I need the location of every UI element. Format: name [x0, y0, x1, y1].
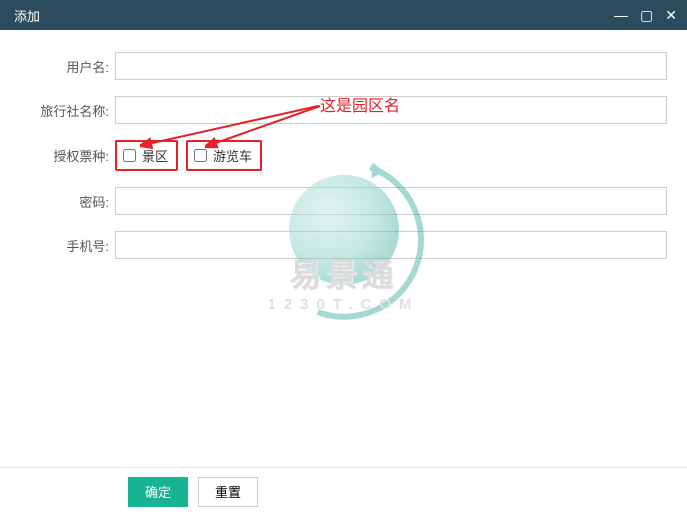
row-ticket: 授权票种: 景区 游览车	[20, 140, 667, 171]
row-password: 密码:	[20, 187, 667, 215]
row-username: 用户名:	[20, 52, 667, 80]
phone-input[interactable]	[115, 231, 667, 259]
checkbox-scenic-input[interactable]	[123, 149, 136, 162]
checkbox-tourbus[interactable]: 游览车	[186, 140, 262, 171]
maximize-icon[interactable]: ▢	[640, 8, 653, 22]
checkbox-tourbus-label: 游览车	[213, 146, 252, 165]
checkbox-scenic-label: 景区	[142, 146, 168, 165]
close-icon[interactable]: ✕	[665, 8, 677, 22]
window-title: 添加	[14, 6, 40, 25]
ticket-checkbox-group: 景区 游览车	[115, 140, 667, 171]
watermark-sub: 1230T.COM	[264, 295, 424, 312]
footer: 确定 重置	[0, 467, 687, 515]
checkbox-scenic[interactable]: 景区	[115, 140, 178, 171]
label-password: 密码:	[20, 192, 115, 211]
confirm-button[interactable]: 确定	[128, 477, 188, 507]
label-ticket: 授权票种:	[20, 146, 115, 165]
label-phone: 手机号:	[20, 236, 115, 255]
row-phone: 手机号:	[20, 231, 667, 259]
label-username: 用户名:	[20, 57, 115, 76]
minimize-icon[interactable]: —	[614, 8, 628, 22]
annotation-text: 这是园区名	[320, 92, 400, 116]
reset-button[interactable]: 重置	[198, 477, 258, 507]
checkbox-tourbus-input[interactable]	[194, 149, 207, 162]
username-input[interactable]	[115, 52, 667, 80]
label-agency: 旅行社名称:	[20, 101, 115, 120]
password-input[interactable]	[115, 187, 667, 215]
form-area: 易景通 1230T.COM 用户名: 旅行社名称: 授权票种: 景区 游览车	[0, 30, 687, 467]
window-controls: — ▢ ✕	[614, 8, 677, 22]
title-bar: 添加 — ▢ ✕	[0, 0, 687, 30]
